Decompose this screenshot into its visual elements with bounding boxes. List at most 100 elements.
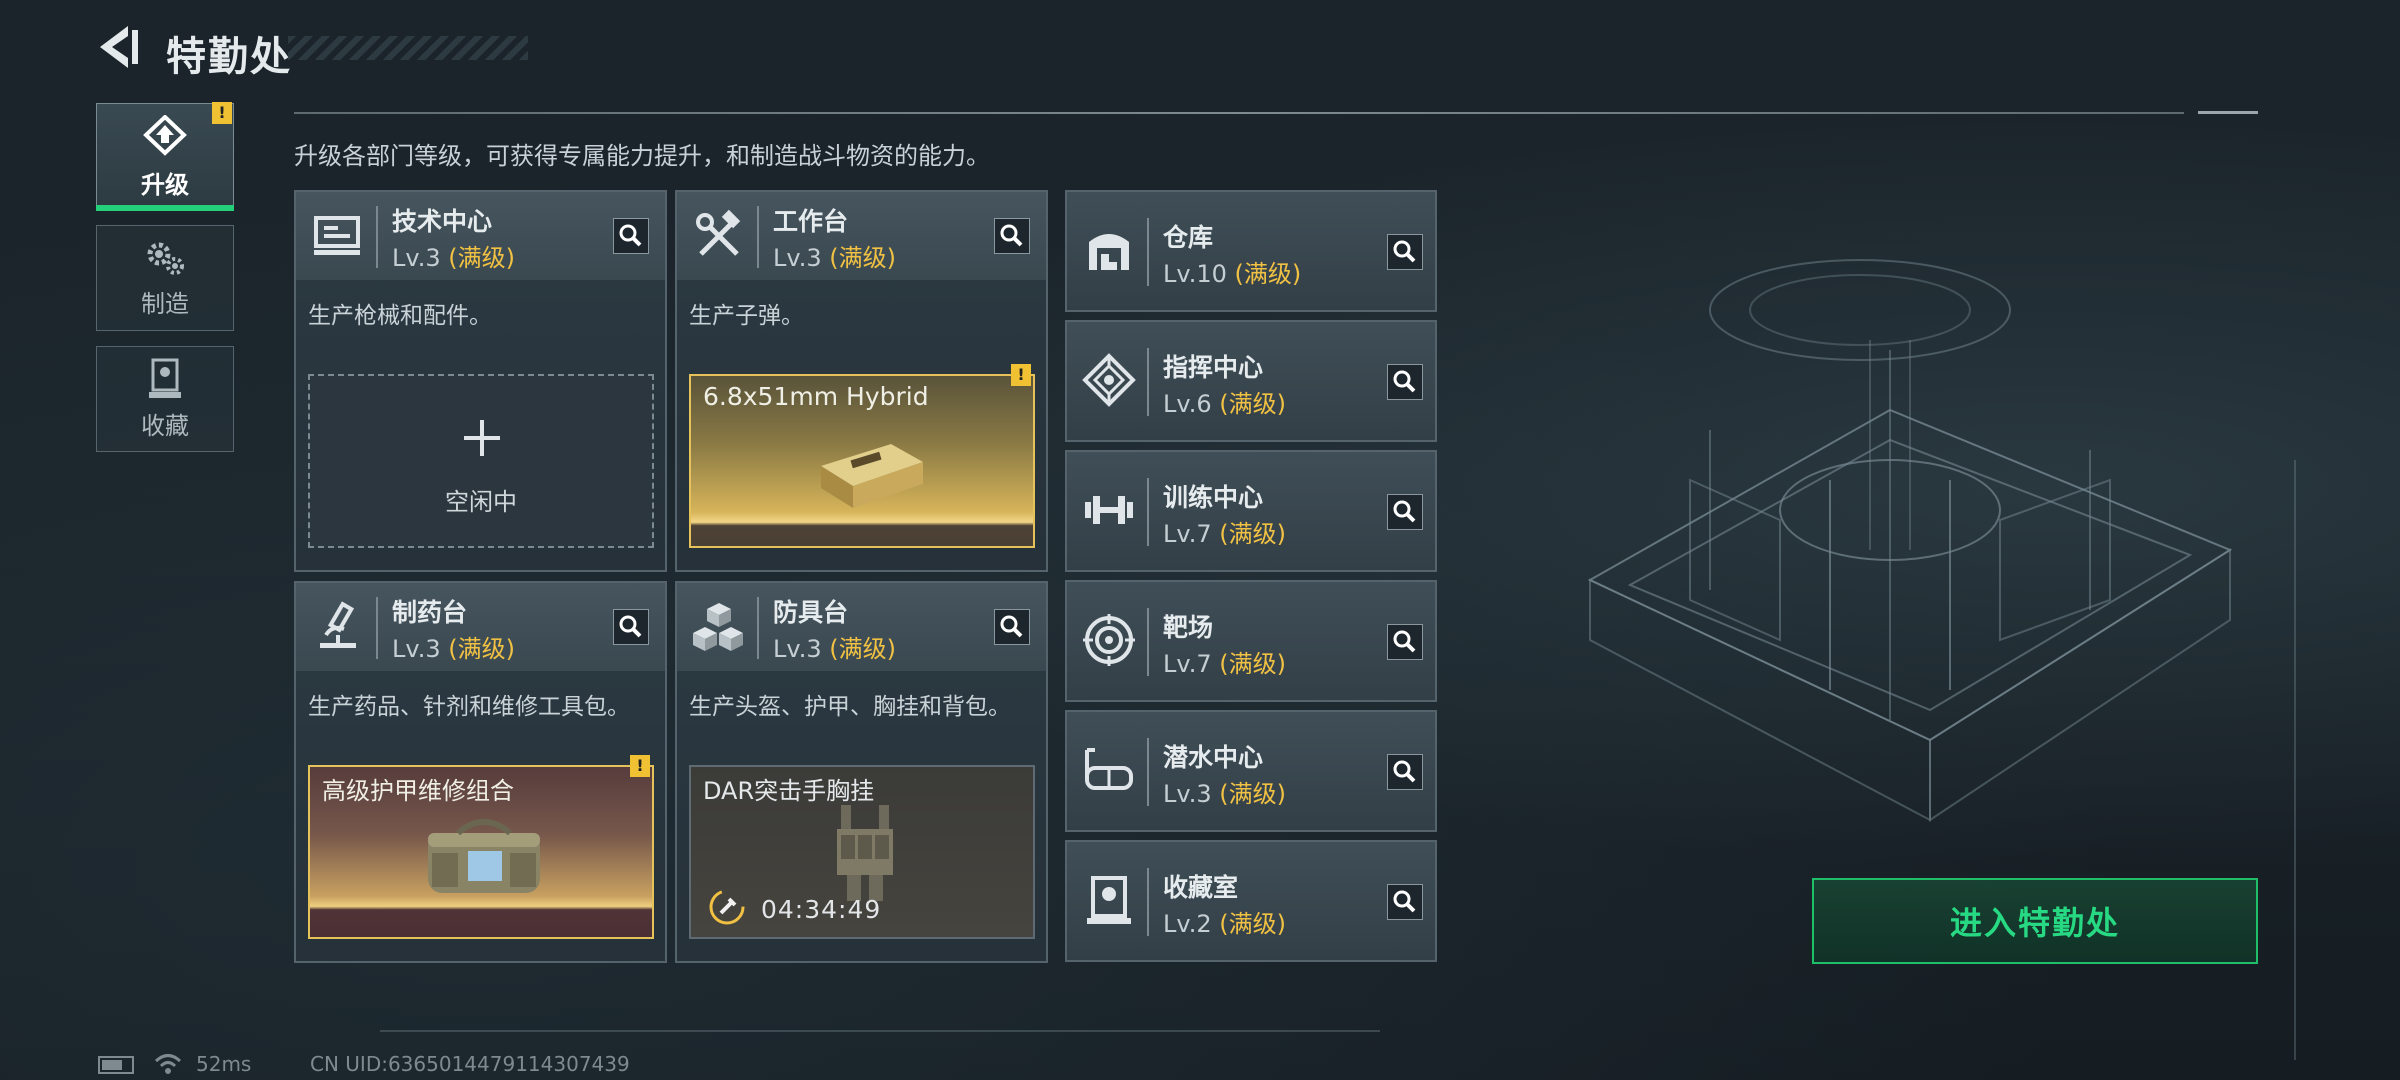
search-button[interactable] [1387,884,1423,920]
tab-collection[interactable]: 收藏 [96,346,234,452]
ping-value: 52ms [196,1052,252,1076]
tab-craft[interactable]: 制造 [96,225,234,331]
tab-collection-label: 收藏 [141,411,189,440]
search-icon [1393,760,1416,783]
card-divider [1147,868,1149,936]
chest-rig-icon [837,805,893,901]
card-divider [757,597,759,659]
command-icon [1082,353,1136,407]
collection-icon [149,358,181,398]
dept-name: 指挥中心 [1163,353,1264,382]
dept-card-diving-center[interactable]: 潜水中心 Lv.3 (满级) [1065,710,1437,832]
search-button[interactable] [1387,364,1423,400]
dept-level: Lv.10 (满级) [1163,254,1301,289]
user-uid: CN UID:6365014479114307439 [310,1052,630,1076]
max-level-label: (满级) [1219,650,1286,678]
production-slot-idle[interactable]: 空闲中 [308,374,654,548]
max-level-label: (满级) [1219,520,1286,548]
card-divider [376,597,378,659]
slot-item-name: 6.8x51mm Hybrid [703,382,929,411]
slot-item-name: 高级护甲维修组合 [322,777,514,805]
plus-icon [464,420,500,456]
battery-icon [98,1056,134,1074]
production-slot-ammo[interactable]: 6.8x51mm Hybrid ! [689,364,1035,548]
dept-name: 技术中心 [392,207,493,236]
dept-level: Lv.3 (满级) [392,238,515,273]
armor-boxes-icon [693,603,743,651]
dept-card-collection-room[interactable]: 收藏室 Lv.2 (满级) [1065,840,1437,962]
dept-level: Lv.6 (满级) [1163,384,1286,419]
slot-status: 空闲中 [445,488,517,516]
dept-card-shooting-range[interactable]: 靶场 Lv.7 (满级) [1065,580,1437,702]
back-arrow-icon[interactable] [98,24,142,70]
dept-card-tech-center[interactable]: 技术中心 Lv.3 (满级) 生产枪械和配件。 空闲中 [294,190,667,572]
diving-mask-icon [1085,748,1133,790]
dept-card-workbench[interactable]: 工作台 Lv.3 (满级) 生产子弹。 6.8x51mm Hybrid ! [675,190,1048,572]
dept-name: 防具台 [773,598,849,627]
page-description: 升级各部门等级，可获得专属能力提升，和制造战斗物资的能力。 [294,142,990,170]
wifi-icon [154,1054,182,1074]
level-value: Lv.3 [1163,780,1212,808]
dept-card-command-center[interactable]: 指挥中心 Lv.6 (满级) [1065,320,1437,442]
card-divider [757,206,759,268]
level-value: Lv.3 [773,635,822,663]
search-icon [1393,890,1416,913]
dept-name: 潜水中心 [1163,743,1264,772]
computer-icon [314,216,360,255]
dept-description: 生产药品、针剂和维修工具包。 [308,694,630,720]
max-level-label: (满级) [1219,780,1286,808]
search-button[interactable] [1387,234,1423,270]
dept-name: 收藏室 [1163,873,1239,902]
search-button[interactable] [994,218,1030,254]
upgrade-icon [143,114,187,156]
warehouse-icon [1089,234,1129,270]
search-button[interactable] [1387,494,1423,530]
search-icon [619,224,642,247]
search-icon [1000,615,1023,638]
dept-level: Lv.3 (满级) [392,629,515,664]
alert-badge: ! [1011,364,1031,386]
dept-name: 制药台 [392,598,468,627]
divider-tick [2198,111,2258,114]
level-value: Lv.3 [392,635,441,663]
crafting-timer-icon [709,889,745,925]
max-level-label: (满级) [448,244,515,272]
tab-craft-label: 制造 [141,289,189,318]
alert-badge: ! [630,755,650,777]
dept-card-pharmacy[interactable]: 制药台 Lv.3 (满级) 生产药品、针剂和维修工具包。 高级护甲维修组合 ! [294,581,667,963]
dept-name: 工作台 [773,207,849,236]
search-button[interactable] [1387,754,1423,790]
dept-level: Lv.3 (满级) [773,238,896,273]
production-slot-chest-rig[interactable]: DAR突击手胸挂 04:34:49 [689,765,1035,939]
dept-card-warehouse[interactable]: 仓库 Lv.10 (满级) [1065,190,1437,312]
alert-badge: ! [212,102,232,124]
card-header: 防具台 Lv.3 (满级) [677,583,1046,671]
dept-description: 生产头盔、护甲、胸挂和背包。 [689,694,1011,720]
dept-level: Lv.3 (满级) [773,629,896,664]
dept-level: Lv.3 (满级) [1163,774,1286,809]
dept-level: Lv.2 (满级) [1163,904,1286,939]
search-button[interactable] [994,609,1030,645]
dept-name: 仓库 [1163,223,1214,252]
level-value: Lv.3 [773,244,822,272]
search-button[interactable] [613,218,649,254]
tools-icon [696,209,741,256]
dept-card-training-center[interactable]: 训练中心 Lv.7 (满级) [1065,450,1437,572]
card-divider [1147,608,1149,676]
level-value: Lv.3 [392,244,441,272]
divider [294,112,2184,114]
search-button[interactable] [613,609,649,645]
ammo-box-icon [821,444,923,508]
enter-special-ops-button[interactable]: 进入特勤处 [1812,878,2258,964]
frame-line-decoration [380,1030,1380,1032]
dept-name: 训练中心 [1163,483,1264,512]
search-icon [1393,500,1416,523]
search-button[interactable] [1387,624,1423,660]
tab-upgrade-active-indicator [96,205,234,211]
target-icon [1083,614,1135,666]
max-level-label: (满级) [829,244,896,272]
dept-card-armor-bench[interactable]: 防具台 Lv.3 (满级) 生产头盔、护甲、胸挂和背包。 DAR突击手胸挂 04… [675,581,1048,963]
card-header: 技术中心 Lv.3 (满级) [296,192,665,280]
production-slot-repair-kit[interactable]: 高级护甲维修组合 ! [308,755,654,939]
tab-upgrade-label: 升级 [141,170,189,199]
